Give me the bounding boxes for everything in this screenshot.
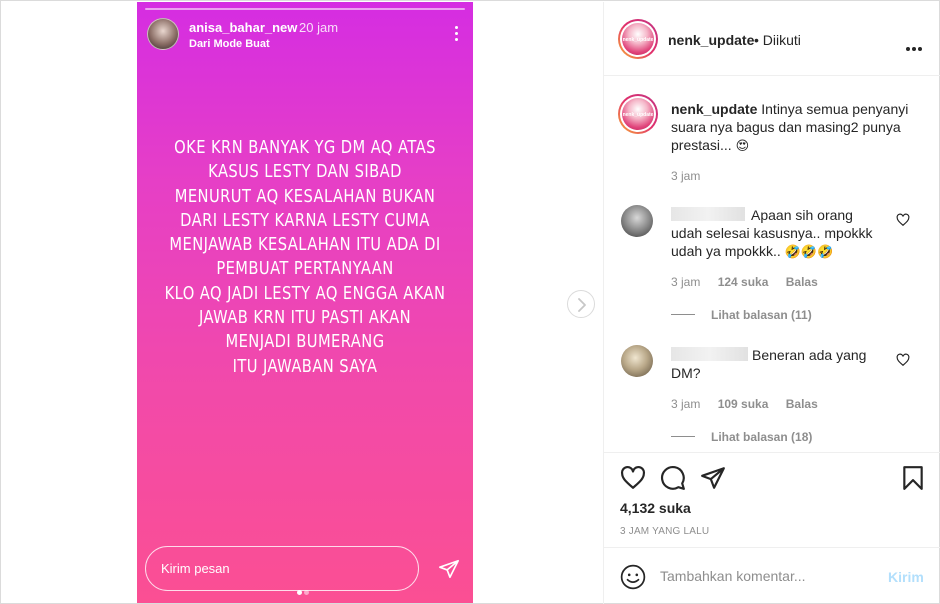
comment-avatar[interactable] — [621, 205, 653, 237]
side-panel: nenk_update nenk_update • Diikuti nenk_u… — [603, 2, 940, 604]
story-text-line: KLO AQ JADI LESTY AQ ENGGA AKAN — [164, 283, 446, 304]
post-header: nenk_update nenk_update • Diikuti — [604, 2, 940, 76]
comment-meta: 3 jam 124 suka Balas — [671, 275, 818, 289]
comment-body: Apaan sih orang udah selesai kasusnya.. … — [671, 207, 873, 259]
send-icon[interactable] — [700, 465, 726, 491]
comment-input[interactable] — [660, 568, 870, 584]
story-text-line: KASUS LESTY DAN SIBAD — [208, 162, 402, 183]
comment-reply-button[interactable]: Balas — [786, 397, 818, 411]
header-avatar[interactable]: nenk_update — [618, 19, 658, 59]
story-reply-box: Kirim pesan — [145, 546, 419, 591]
bookmark-icon[interactable] — [900, 465, 926, 491]
follow-status: • Diikuti — [754, 32, 801, 48]
comment-likes[interactable]: 109 suka — [718, 397, 769, 411]
story-text-line: MENJAWAB KESALAHAN ITU ADA DI — [169, 235, 441, 256]
post-actions: 4,132 suka 3 JAM YANG LALU — [604, 452, 940, 547]
story-text-line: JAWAB KRN ITU PASTI AKAN — [198, 308, 412, 329]
post-timestamp: 3 JAM YANG LALU — [620, 526, 710, 537]
story-progress-bar — [145, 8, 465, 10]
comment-composer: Kirim — [604, 547, 940, 604]
story-reply-placeholder: Kirim pesan — [161, 561, 230, 576]
comment-emoji: 🤣🤣🤣 — [784, 245, 834, 260]
next-slide-button[interactable] — [567, 290, 595, 318]
chevron-right-icon — [578, 298, 586, 312]
story-time: 20 jam — [299, 20, 339, 35]
emoji-icon[interactable] — [620, 564, 646, 590]
comment-heart-icon[interactable] — [896, 353, 910, 367]
caption-time: 3 jam — [671, 169, 701, 183]
story-avatar — [147, 18, 179, 50]
caption-username[interactable]: nenk_update — [671, 101, 757, 117]
replies-divider — [671, 314, 695, 315]
comment-likes[interactable]: 124 suka — [718, 275, 769, 289]
caption-text: nenk_update Intinya semua penyanyi suara… — [671, 100, 926, 156]
story-more-icon — [455, 26, 459, 42]
comment-time: 3 jam — [671, 397, 701, 411]
media-area: anisa_bahar_new 20 jam Dari Mode Buat OK… — [2, 2, 603, 603]
comment-icon[interactable] — [660, 465, 686, 491]
comment-heart-icon[interactable] — [896, 213, 910, 227]
story-username: anisa_bahar_new — [189, 20, 298, 35]
view-replies-button[interactable]: Lihat balasan (11) — [711, 308, 812, 322]
comment-text: Beneran ada yang DM? — [671, 346, 886, 382]
header-username[interactable]: nenk_update — [668, 32, 754, 48]
story-text-line: PEMBUAT PERTANYAAN — [216, 259, 394, 280]
heart-icon[interactable] — [620, 465, 646, 491]
story-image: anisa_bahar_new 20 jam Dari Mode Buat OK… — [137, 2, 473, 603]
story-text: OKE KRN BANYAK YG DM AQ ATAS KASUS LESTY… — [137, 136, 473, 379]
comment-reply-button[interactable]: Balas — [786, 275, 818, 289]
more-options-icon[interactable] — [906, 38, 924, 56]
post-dialog: anisa_bahar_new 20 jam Dari Mode Buat OK… — [0, 0, 940, 604]
story-text-line: OKE KRN BANYAK YG DM AQ ATAS — [174, 138, 436, 158]
like-count[interactable]: 4,132 suka — [620, 500, 691, 516]
story-text-line: MENURUT AQ KESALAHAN BUKAN — [174, 186, 436, 207]
caption-avatar[interactable]: nenk_update — [618, 94, 658, 134]
comment-time: 3 jam — [671, 275, 701, 289]
story-text-line: DARI LESTY KARNA LESTY CUMA — [180, 210, 430, 231]
story-mode-label: Dari Mode Buat — [189, 38, 270, 50]
replies-divider — [671, 436, 695, 437]
story-send-icon — [439, 559, 459, 579]
view-replies-button[interactable]: Lihat balasan (18) — [711, 430, 812, 444]
post-comment-button[interactable]: Kirim — [888, 569, 924, 585]
comment-avatar[interactable] — [621, 345, 653, 377]
caption-emoji: 😍 — [735, 139, 750, 154]
comment-meta: 3 jam 109 suka Balas — [671, 397, 818, 411]
carousel-dots — [297, 582, 313, 595]
story-text-line: ITU JAWABAN SAYA — [232, 356, 378, 377]
comment-text: Apaan sih orang udah selesai kasusnya.. … — [671, 206, 886, 262]
story-text-line: MENJADI BUMERANG — [225, 332, 385, 353]
comment-body: Beneran ada yang DM? — [671, 347, 867, 381]
story-header: anisa_bahar_new 20 jam Dari Mode Buat — [147, 18, 463, 54]
